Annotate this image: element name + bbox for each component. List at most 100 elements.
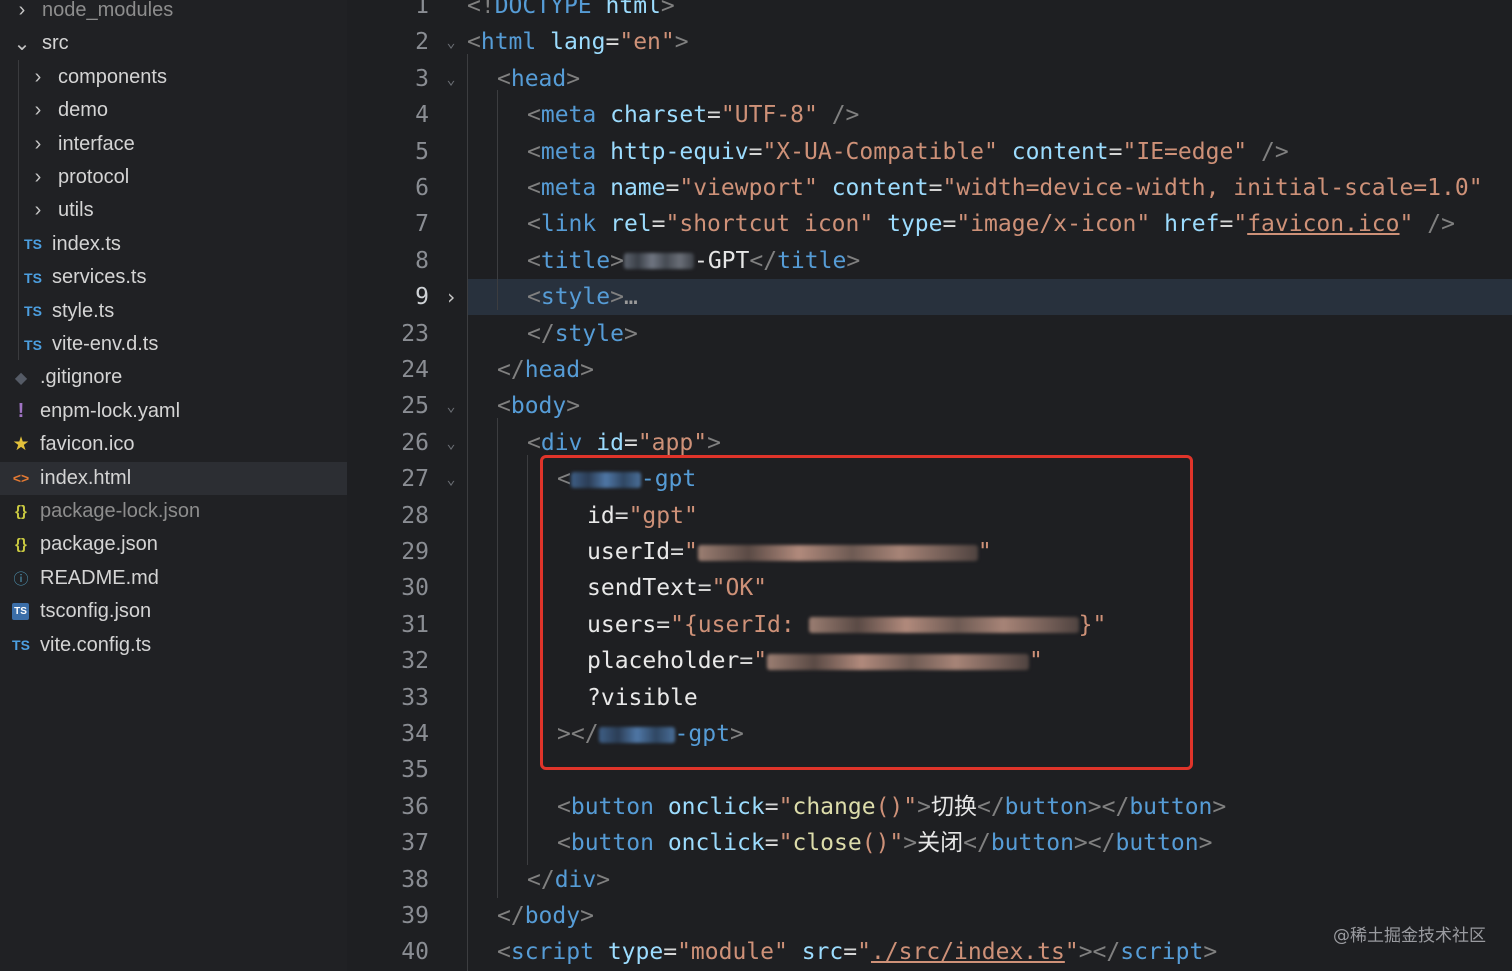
explorer-item[interactable]: TS vite-env.d.ts [0, 328, 347, 361]
line-number: 9 [415, 284, 429, 311]
code-token: onclick [667, 830, 765, 857]
code-token: > [1203, 939, 1218, 966]
explorer-item[interactable]: ★ favicon.ico [0, 428, 347, 461]
line-number: 30 [401, 575, 429, 602]
code-token: div [540, 429, 583, 456]
explorer-item[interactable]: › interface [0, 128, 347, 161]
code-token: = [707, 102, 721, 129]
explorer-item[interactable]: <> index.html [0, 461, 347, 495]
explorer-item-label: demo [58, 99, 109, 122]
code-token: ></ [1078, 939, 1121, 966]
code-token: 切换 [930, 793, 977, 820]
fold-expanded-icon[interactable]: ⌄ [441, 388, 461, 424]
line-number: 35 [401, 757, 429, 784]
code-token: title [777, 247, 847, 274]
code-token: = [928, 175, 943, 201]
code-token: "viewport" [679, 175, 818, 201]
code-text: </div> [527, 862, 610, 898]
code-line[interactable]: 1 <!DOCTYPE html> [347, 0, 1512, 24]
code-token: content [831, 175, 929, 201]
indent-guide [467, 54, 468, 971]
fold-expanded-icon[interactable]: ⌄ [441, 461, 461, 497]
explorer-item[interactable]: › demo [0, 94, 347, 127]
code-token: " [1399, 211, 1414, 238]
code-token: < [497, 65, 511, 92]
code-token: ></ [1073, 830, 1116, 857]
code-token: = [663, 939, 678, 966]
chevron-right-icon: › [34, 199, 42, 222]
code-text: </body> [497, 898, 594, 934]
explorer-item[interactable]: ! enpm-lock.yaml [0, 395, 347, 428]
explorer-item[interactable]: TS index.ts [0, 228, 347, 261]
code-line[interactable]: 7 <link rel="shortcut icon" type="image/x… [347, 206, 1512, 242]
code-token: button [1129, 793, 1213, 820]
explorer-item-label: .gitignore [40, 366, 123, 389]
explorer-item[interactable]: ⌄ src [0, 27, 347, 60]
code-token: "X-UA-Compatible" [762, 138, 998, 165]
code-token: < [497, 939, 511, 966]
line-number: 28 [401, 502, 429, 529]
explorer-item[interactable]: TS services.ts [0, 261, 347, 294]
explorer-item[interactable]: {} package-lock.json [0, 495, 347, 528]
typescript-file-icon: TS [24, 269, 42, 286]
explorer-item-label: node_modules [42, 0, 174, 21]
code-line[interactable]: 3 ⌄ <head> [347, 61, 1512, 97]
code-line[interactable]: 37 <button onclick="close()">关闭</button><… [347, 825, 1512, 861]
indent-guide [497, 90, 498, 310]
code-line[interactable]: 8 <title> -GPT</title> [347, 243, 1512, 279]
code-line[interactable]: 2 ⌄ <html lang="en"> [347, 24, 1512, 60]
code-token: "en" [619, 29, 675, 56]
info-icon: ⓘ [13, 570, 29, 588]
code-token: "UTF-8" [720, 102, 818, 129]
code-text: <script type="module" src="./src/index.t… [497, 934, 1217, 970]
code-token: body [524, 903, 581, 929]
code-token: 关闭 [917, 830, 964, 857]
fold-expanded-icon[interactable]: ⌄ [441, 24, 461, 60]
code-line[interactable]: 5 <meta http-equiv="X-UA-Compatible" cont… [347, 134, 1512, 170]
code-line[interactable]: 9 › <style>… [347, 279, 1512, 316]
redacted-text [623, 253, 694, 270]
code-token: > [610, 247, 624, 274]
code-token: ></ [1087, 793, 1130, 820]
explorer-item[interactable]: › node_modules [0, 0, 347, 27]
explorer-item[interactable]: TS tsconfig.json [0, 595, 347, 628]
code-token: ()" [875, 793, 918, 820]
code-line[interactable]: 4 <meta charset="UTF-8" /> [347, 97, 1512, 133]
fold-expanded-icon[interactable]: ⌄ [441, 425, 461, 461]
typescript-file-icon: TS [24, 303, 42, 320]
code-token: > [660, 0, 675, 19]
fold-expanded-icon[interactable]: ⌄ [441, 61, 461, 97]
explorer-item[interactable]: › protocol [0, 161, 347, 194]
code-line[interactable]: 38 </div> [347, 862, 1512, 898]
code-line[interactable]: 36 <button onclick="change()">切换</button>… [347, 789, 1512, 825]
explorer-item[interactable]: ◆ .gitignore [0, 361, 347, 394]
line-number: 31 [401, 611, 429, 638]
code-line[interactable]: 23 </style> [347, 316, 1512, 352]
code-token: </ [527, 320, 555, 347]
code-token: charset [610, 102, 708, 129]
code-line[interactable]: 6 <meta name="viewport" content="width=de… [347, 170, 1512, 206]
explorer-item[interactable]: › utils [0, 194, 347, 227]
code-token: link [540, 211, 597, 238]
explorer-item[interactable]: › components [0, 61, 347, 94]
chevron-right-icon: › [34, 132, 42, 155]
explorer-item-label: src [42, 32, 69, 55]
explorer-item[interactable]: {} package.json [0, 528, 347, 561]
explorer-item[interactable]: ⓘ README.md [0, 562, 347, 595]
explorer-item[interactable]: TS style.ts [0, 295, 347, 328]
code-token: = [942, 211, 957, 238]
code-text: </style> [527, 316, 638, 352]
explorer-item[interactable]: TS vite.config.ts [0, 629, 347, 662]
code-token: change [792, 793, 876, 820]
code-line[interactable]: 24 </head> [347, 352, 1512, 388]
fold-collapsed-icon[interactable]: › [441, 279, 461, 315]
code-line[interactable]: 25 ⌄ <body> [347, 388, 1512, 424]
code-text: <head> [497, 61, 580, 97]
